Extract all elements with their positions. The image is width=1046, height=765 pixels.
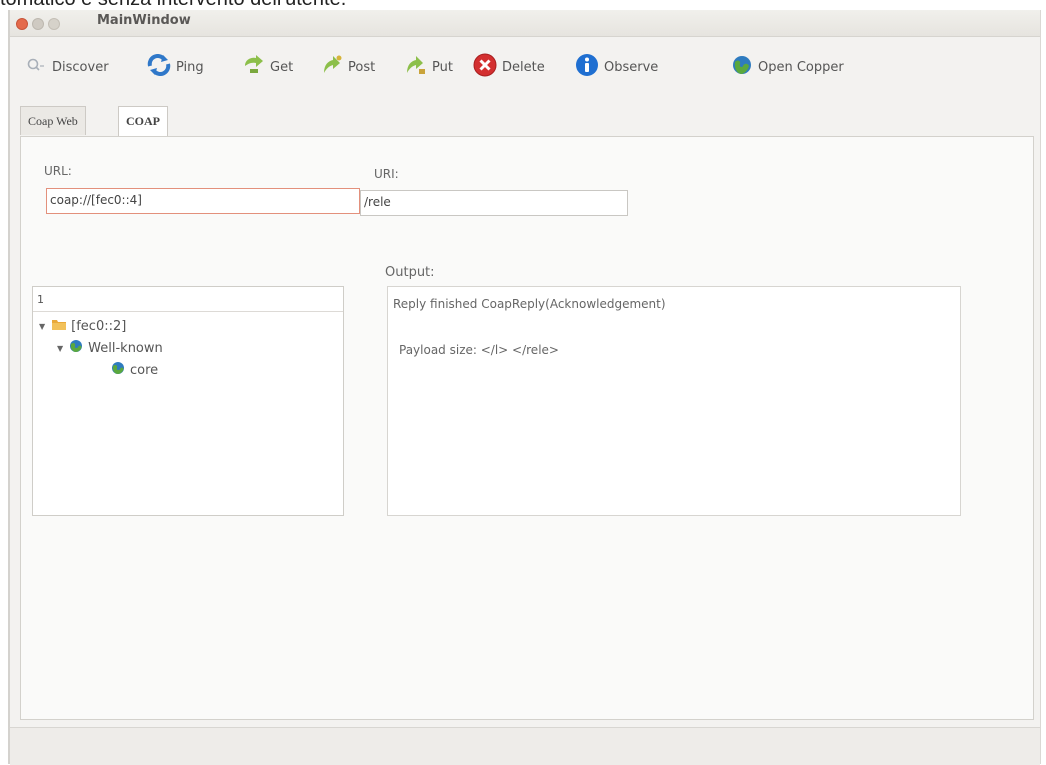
info-icon xyxy=(574,52,604,82)
tree-node-well-known[interactable]: ▼ Well-known xyxy=(57,339,163,357)
globe-icon xyxy=(111,361,125,379)
delete-label: Delete xyxy=(502,59,545,75)
delete-button[interactable]: Delete xyxy=(472,52,545,82)
tab-coap-web[interactable]: Coap Web xyxy=(20,106,86,135)
post-label: Post xyxy=(348,59,376,75)
get-icon xyxy=(242,55,270,79)
ping-button[interactable]: Ping xyxy=(146,54,204,80)
observe-label: Observe xyxy=(604,59,659,75)
ping-label: Ping xyxy=(176,59,204,75)
open-copper-label: Open Copper xyxy=(758,59,844,75)
put-button[interactable]: Put xyxy=(404,55,453,79)
output-area[interactable]: Reply finished CoapReply(Acknowledgement… xyxy=(387,286,961,516)
tree-node-fec0-2[interactable]: ▼ [fec0::2] xyxy=(39,317,126,335)
ping-icon xyxy=(146,54,176,80)
post-button[interactable]: Post xyxy=(320,55,375,79)
tree-node-label: Well-known xyxy=(88,340,163,356)
folder-icon xyxy=(51,317,67,335)
discover-button[interactable]: Discover xyxy=(26,55,109,79)
toolbar: Discover Ping Get Post Put Delete Observ… xyxy=(10,47,1040,87)
title-bar: MainWindow xyxy=(10,10,1040,37)
globe-icon xyxy=(69,339,83,357)
discover-icon xyxy=(26,57,52,77)
main-window: MainWindow Discover Ping Get Post Put De… xyxy=(8,10,1041,765)
put-label: Put xyxy=(432,59,453,75)
minimize-window-button[interactable] xyxy=(32,18,44,30)
url-input[interactable]: coap://[fec0::4] xyxy=(46,188,360,214)
expand-arrow-icon[interactable]: ▼ xyxy=(57,344,63,353)
post-icon xyxy=(320,55,348,79)
maximize-window-button[interactable] xyxy=(48,18,60,30)
open-copper-button[interactable]: Open Copper xyxy=(730,55,844,79)
url-label: URL: xyxy=(44,164,72,178)
globe-icon xyxy=(730,54,758,80)
uri-input[interactable]: /rele xyxy=(360,190,628,216)
tree-header-label: 1 xyxy=(37,293,44,306)
uri-label: URI: xyxy=(374,167,399,181)
window-title: MainWindow xyxy=(97,13,191,28)
expand-arrow-icon[interactable]: ▼ xyxy=(39,322,45,331)
resource-tree[interactable]: 1 ▼ [fec0::2] ▼ Well-known core xyxy=(32,286,344,516)
tree-node-label: core xyxy=(130,362,159,378)
tree-node-label: [fec0::2] xyxy=(71,318,127,334)
output-payload-line: Payload size: </l> </rele> xyxy=(399,343,559,357)
output-label: Output: xyxy=(385,265,435,280)
tab-coap[interactable]: COAP xyxy=(118,106,168,137)
observe-button[interactable]: Observe xyxy=(574,52,659,82)
tree-header: 1 xyxy=(33,287,343,312)
put-icon xyxy=(404,55,432,79)
output-reply-line: Reply finished CoapReply(Acknowledgement… xyxy=(393,297,666,311)
close-window-button[interactable] xyxy=(16,18,28,30)
tree-node-core[interactable]: core xyxy=(111,361,158,379)
get-button[interactable]: Get xyxy=(242,55,293,79)
status-bar xyxy=(10,727,1040,765)
get-label: Get xyxy=(270,59,294,75)
discover-label: Discover xyxy=(52,59,109,75)
delete-icon xyxy=(472,52,502,82)
